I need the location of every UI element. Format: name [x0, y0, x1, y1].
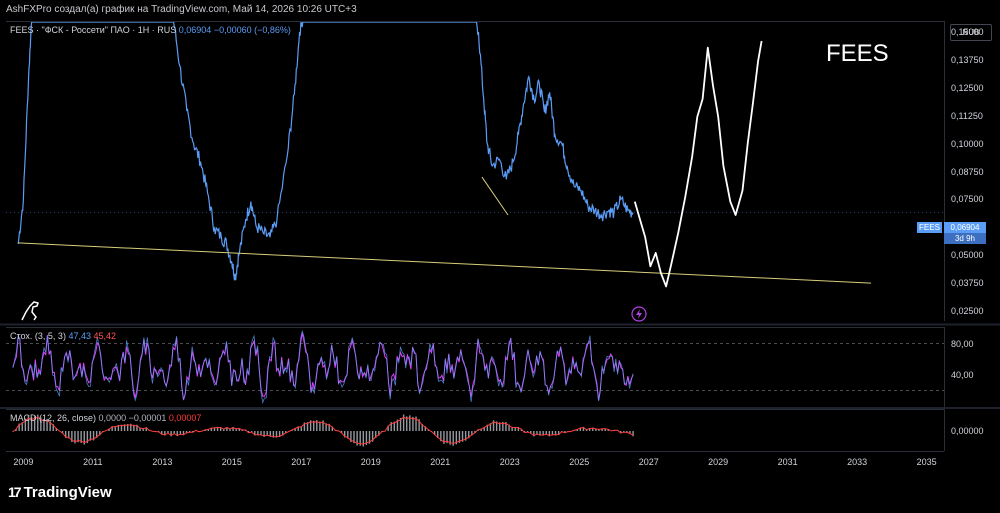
time-tick-label: 2023: [499, 457, 520, 467]
trendline-2: [481, 176, 509, 216]
stochastic-legend-k: 47,43: [68, 331, 91, 341]
stochastic-legend-title: Стох. (3, 5, 3): [10, 331, 66, 341]
price-legend-last: 0,06904: [178, 25, 212, 35]
time-tick-label: 2021: [430, 457, 451, 467]
time-tick-label: 2009: [13, 457, 34, 467]
price-series-line: [17, 22, 634, 281]
time-tick-label: 2031: [777, 457, 798, 467]
time-tick-label: 2027: [638, 457, 659, 467]
price-tag-countdown: 3d 9h: [944, 233, 986, 244]
chart-canvas: [0, 22, 1000, 447]
price-legend-title: FEES · "ФСК - Россети" ПАО · 1H · RUS: [10, 25, 177, 35]
macd-legend-value-3: 0,00007: [168, 413, 202, 423]
tradingview-wordmark: TradingView: [23, 484, 112, 501]
time-axis[interactable]: 2009 2011 2013 2015 2017 2019 2021 2023 2025 2027…: [6, 451, 944, 472]
tradingview-logo[interactable]: 17 TradingView: [8, 484, 112, 501]
last-price-tag: FEES 0,06904 3d 9h: [917, 222, 987, 244]
price-tag-value: 0,06904: [944, 222, 986, 233]
time-tick-label: 2011: [83, 457, 103, 467]
time-tick-label: 2019: [360, 457, 381, 467]
time-tick-label: 2035: [916, 457, 937, 467]
macd-legend-value-2: −0,00001: [128, 413, 167, 423]
projection-drawing: [633, 40, 763, 288]
time-tick-label: 2025: [569, 457, 590, 467]
price-legend[interactable]: FEES · "ФСК - Россети" ПАО · 1H · RUS 0,…: [10, 25, 291, 35]
time-tick-label: 2013: [152, 457, 173, 467]
trendline-1: [18, 242, 872, 284]
macd-legend-value-1: 0,0000: [98, 413, 127, 423]
tradingview-mark-icon: 17: [8, 484, 22, 500]
time-tick-label: 2017: [291, 457, 312, 467]
price-legend-change: −0,00060 (−0,86%): [213, 25, 291, 35]
price-tag-symbol: FEES: [917, 222, 942, 233]
stochastic-legend[interactable]: Стох. (3, 5, 3) 47,43 45,42: [10, 331, 116, 341]
time-tick-label: 2033: [847, 457, 868, 467]
macd-legend[interactable]: MACD (12, 26, close) 0,0000 −0,00001 0,0…: [10, 413, 201, 423]
dino-icon: [21, 301, 39, 321]
macd-legend-title: MACD (12, 26, close): [10, 413, 97, 423]
events-lightning-glyph: [636, 309, 642, 319]
time-tick-label: 2029: [708, 457, 729, 467]
time-tick-label: 2015: [221, 457, 242, 467]
stochastic-legend-d: 45,42: [93, 331, 117, 341]
overlay-label: FEES: [826, 40, 889, 67]
